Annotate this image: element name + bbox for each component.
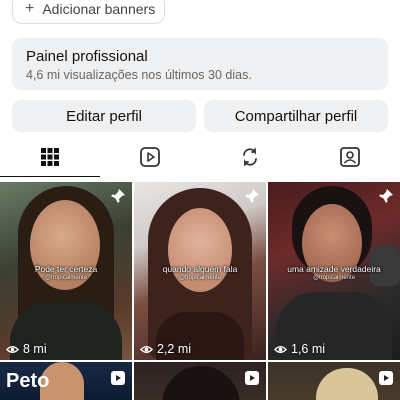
tab-reposts[interactable] bbox=[200, 138, 300, 176]
plus-icon: + bbox=[25, 0, 35, 17]
posts-grid: Pode ter certeza @tropicalmente 8 mi qua… bbox=[0, 182, 400, 400]
tab-tagged[interactable] bbox=[300, 138, 400, 176]
reels-icon bbox=[245, 371, 259, 385]
edit-profile-button[interactable]: Editar perfil bbox=[12, 100, 196, 132]
post-thumbnail[interactable]: Peto bbox=[0, 362, 132, 400]
grid-icon bbox=[41, 148, 59, 166]
view-count: 1,6 mi bbox=[291, 342, 326, 356]
pin-icon bbox=[111, 189, 125, 203]
post-thumbnail[interactable]: uma amizade verdadeira @tropicalmente 1,… bbox=[268, 182, 400, 360]
add-banners-label: Adicionar banners bbox=[42, 1, 156, 17]
view-count-icon bbox=[274, 345, 287, 353]
post-caption: Pode ter certeza bbox=[34, 264, 98, 274]
profile-actions: Editar perfil Compartilhar perfil bbox=[12, 100, 388, 132]
tab-reels[interactable] bbox=[100, 138, 200, 176]
pin-icon bbox=[379, 189, 393, 203]
reels-icon bbox=[111, 371, 125, 385]
tagged-icon bbox=[340, 147, 360, 167]
post-thumbnail[interactable]: Pode ter certeza @tropicalmente 8 mi bbox=[0, 182, 132, 360]
view-count: 2,2 mi bbox=[157, 342, 192, 356]
reels-icon bbox=[379, 371, 393, 385]
post-thumbnail[interactable] bbox=[268, 362, 400, 400]
pin-icon bbox=[245, 189, 259, 203]
tab-posts[interactable] bbox=[0, 138, 100, 176]
post-caption: uma amizade verdadeira bbox=[287, 264, 381, 274]
reels-icon bbox=[140, 147, 160, 167]
profile-tabs bbox=[0, 138, 400, 176]
professional-dashboard[interactable]: Painel profissional 4,6 mi visualizações… bbox=[12, 38, 388, 90]
post-overlay-text: Peto bbox=[6, 370, 50, 392]
dashboard-subtitle: 4,6 mi visualizações nos últimos 30 dias… bbox=[26, 68, 252, 82]
repost-icon bbox=[243, 148, 257, 166]
view-count-icon bbox=[140, 345, 153, 353]
post-thumbnail[interactable] bbox=[134, 362, 266, 400]
dashboard-title: Painel profissional bbox=[26, 48, 148, 65]
post-handle: @tropicalmente bbox=[178, 275, 222, 281]
add-banners-button[interactable]: + Adicionar banners bbox=[12, 0, 165, 24]
active-tab-indicator bbox=[0, 176, 100, 177]
share-profile-button[interactable]: Compartilhar perfil bbox=[204, 100, 388, 132]
post-handle: @tropicalmente bbox=[44, 275, 88, 281]
post-caption: quando alguém fala bbox=[162, 264, 238, 274]
post-handle: @tropicalmente bbox=[312, 275, 356, 281]
post-thumbnail[interactable]: quando alguém fala @tropicalmente 2,2 mi bbox=[134, 182, 266, 360]
view-count: 8 mi bbox=[23, 342, 47, 356]
view-count-icon bbox=[6, 345, 19, 353]
